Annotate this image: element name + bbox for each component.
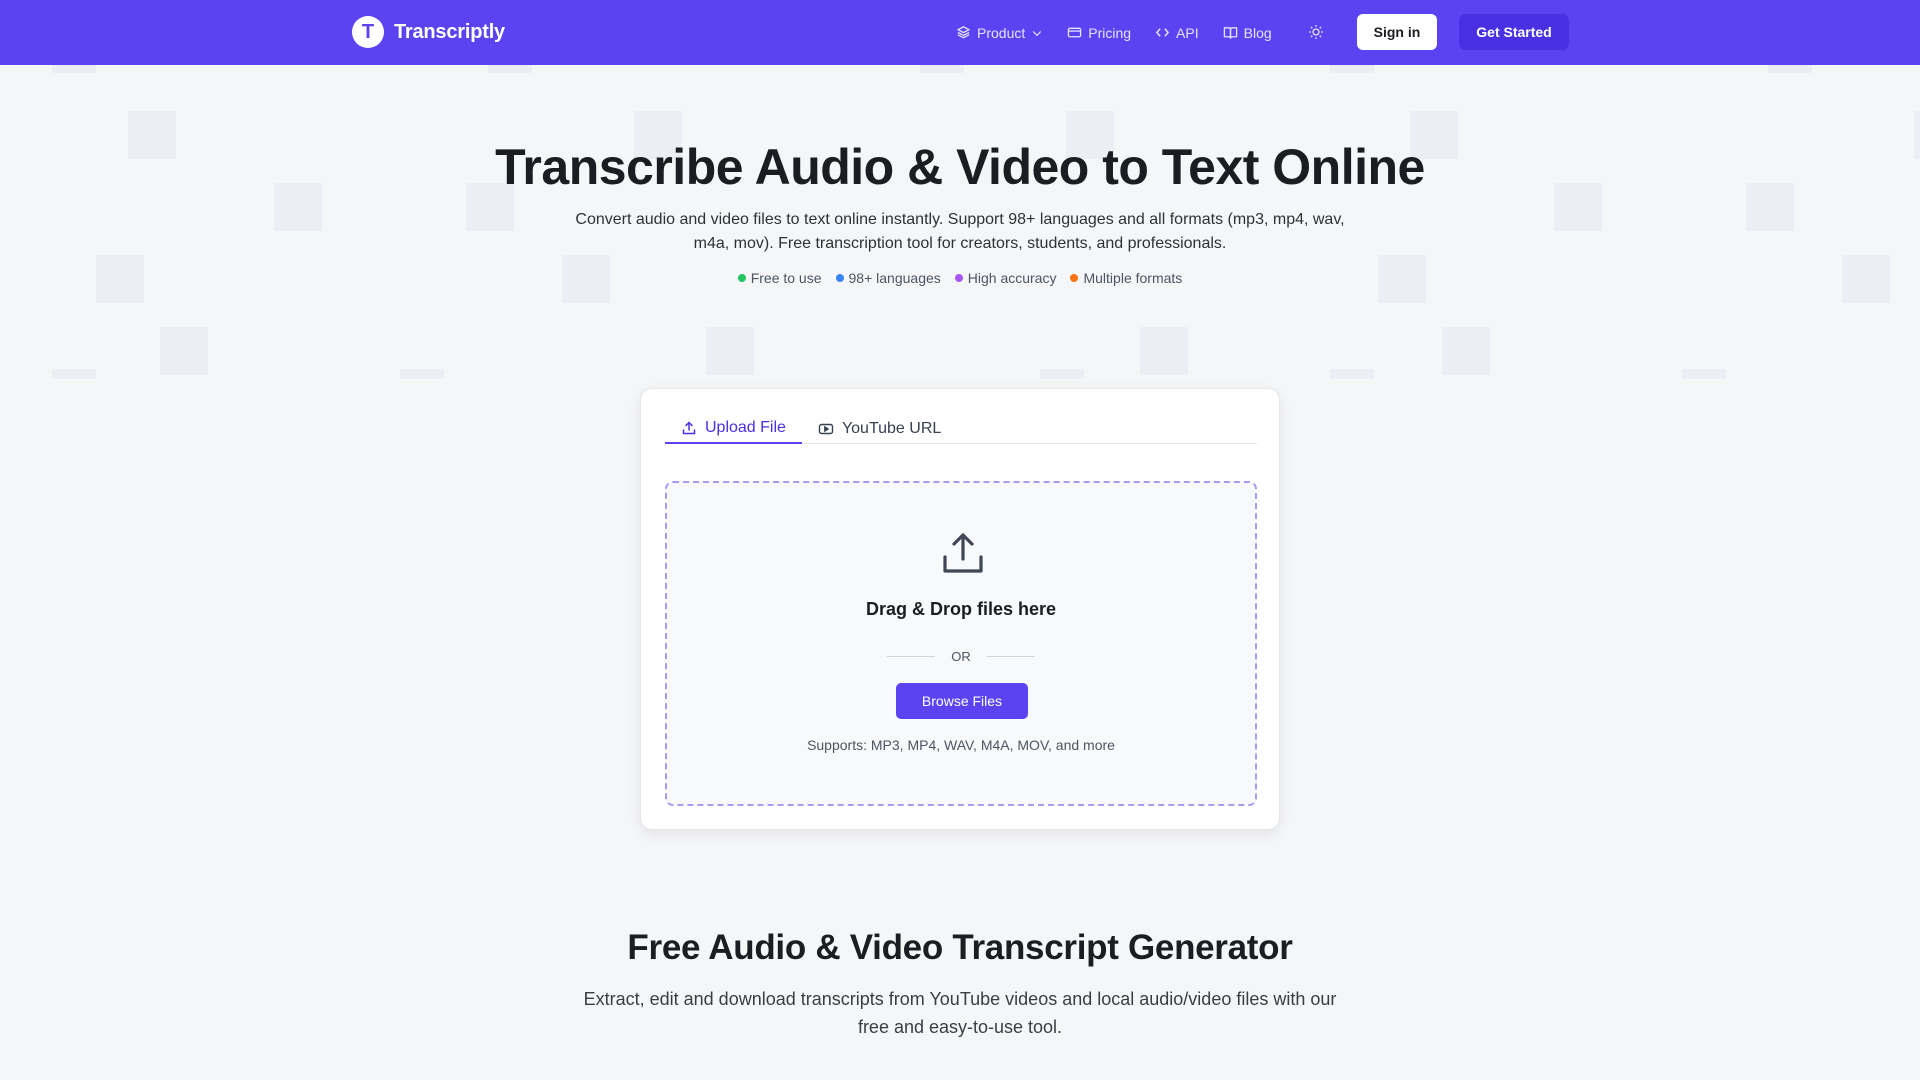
upload-tabs: Upload File YouTube URL <box>665 413 1257 444</box>
section-title: Free Audio & Video Transcript Generator <box>627 928 1293 967</box>
nav-links: Product Pricing API Blog <box>956 0 1272 65</box>
feature-label: 98+ languages <box>848 270 941 286</box>
feature-label: High accuracy <box>967 270 1057 286</box>
feature-label: Multiple formats <box>1083 270 1183 286</box>
layers-icon <box>957 26 970 39</box>
upload-icon <box>682 421 696 434</box>
feature-item: Free to use <box>737 270 822 286</box>
tab-label: YouTube URL <box>841 419 942 437</box>
feature-label: Free to use <box>750 270 822 286</box>
section-subtitle: Extract, edit and download transcripts f… <box>583 989 1337 1037</box>
tab-youtube-url[interactable]: YouTube URL <box>802 413 957 444</box>
feature-list: Free to use 98+ languages High accuracy … <box>0 270 1920 286</box>
tab-label: Upload File <box>705 418 786 436</box>
upload-card: Upload File YouTube URL Drag & Drop file… <box>640 388 1280 830</box>
brand[interactable]: T Transcriptly <box>352 16 505 48</box>
nav-item-product[interactable]: Product <box>956 25 1043 41</box>
tab-upload-file[interactable]: Upload File <box>665 413 802 444</box>
nav-item-label: Blog <box>1243 24 1272 41</box>
purple-dot-icon <box>954 274 963 282</box>
green-dot-icon <box>737 274 746 282</box>
nav-item-label: Product <box>977 24 1026 41</box>
youtube-icon <box>818 423 834 434</box>
browse-files-button[interactable]: Browse Files <box>896 683 1028 719</box>
divider-line <box>887 656 936 657</box>
or-divider: OR <box>667 649 1255 664</box>
chevron-down-icon <box>1033 30 1042 36</box>
card-icon <box>1068 27 1082 38</box>
top-nav: T Transcriptly Product Pricing API Blog … <box>0 0 1920 65</box>
upload-cloud-icon <box>943 533 983 573</box>
hero-subtitle: Convert audio and video files to text on… <box>575 211 1345 252</box>
nav-item-blog[interactable]: Blog <box>1223 25 1272 41</box>
feature-item: 98+ languages <box>835 270 941 286</box>
theme-toggle[interactable] <box>1306 22 1326 42</box>
feature-item: Multiple formats <box>1070 270 1182 286</box>
divider-line <box>986 656 1035 657</box>
or-text: OR <box>951 649 971 664</box>
sign-in-button[interactable]: Sign in <box>1357 14 1437 50</box>
nav-item-label: Pricing <box>1088 24 1132 41</box>
supported-formats: Supports: MP3, MP4, WAV, M4A, MOV, and m… <box>807 737 1115 753</box>
brand-logo: T <box>352 16 384 48</box>
feature-item: High accuracy <box>954 270 1057 286</box>
nav-item-label: API <box>1176 24 1199 41</box>
sun-icon <box>1309 25 1323 39</box>
hero-title: Transcribe Audio & Video to Text Online <box>495 139 1425 195</box>
book-icon <box>1223 27 1237 39</box>
nav-item-pricing[interactable]: Pricing <box>1067 25 1131 41</box>
brand-name: Transcriptly <box>394 20 505 43</box>
drop-title: Drag & Drop files here <box>865 599 1057 619</box>
nav-item-api[interactable]: API <box>1155 25 1199 41</box>
blue-dot-icon <box>835 274 844 282</box>
file-dropzone[interactable]: Drag & Drop files here OR Browse Files S… <box>665 481 1257 806</box>
orange-dot-icon <box>1070 274 1079 282</box>
code-icon <box>1155 28 1170 37</box>
get-started-button[interactable]: Get Started <box>1459 14 1569 50</box>
